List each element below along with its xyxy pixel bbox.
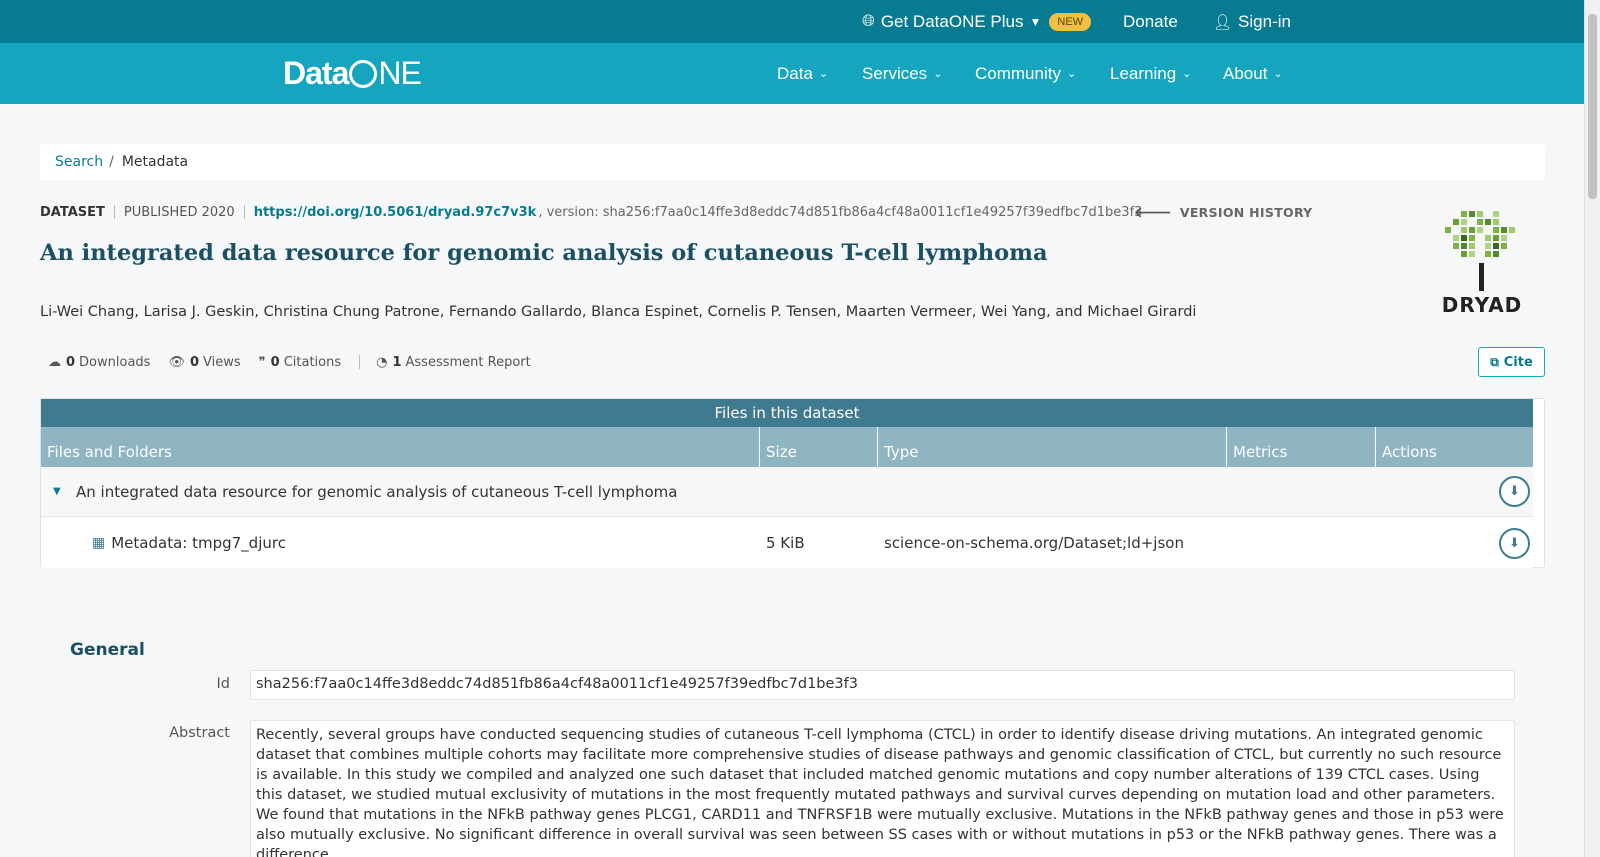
- file-name: Metadata: tmpg7_djurc: [111, 534, 286, 552]
- nav-item-services[interactable]: Services ⌄: [862, 43, 942, 104]
- dataset-type-label: DATASET: [40, 204, 105, 220]
- column-header-actions[interactable]: Actions: [1376, 427, 1533, 467]
- quote-icon: ❞: [258, 354, 266, 370]
- tree-icon: [1445, 211, 1515, 291]
- chevron-down-icon: ⌄: [818, 68, 829, 80]
- breadcrumb-search-link[interactable]: Search: [55, 154, 103, 170]
- chevron-down-icon: ▼: [1029, 14, 1042, 29]
- dryad-logo[interactable]: DRYAD: [1427, 207, 1537, 319]
- dryad-logo-text: DRYAD: [1441, 293, 1523, 317]
- main-nav: Data NE Data ⌄ Services ⌄ Community ⌄ Learni…: [0, 43, 1584, 104]
- id-value: sha256:f7aa0c14ffe3d8eddc74d851fb86a4cf4…: [250, 670, 1515, 700]
- assessment-report-link[interactable]: ◔ 1 Assessment Report: [376, 355, 531, 370]
- arrow-left-icon: 🡐: [1134, 204, 1172, 221]
- nav-item-learning[interactable]: Learning ⌄: [1110, 43, 1191, 104]
- file-name-cell[interactable]: ▦ Metadata: tmpg7_djurc: [92, 534, 286, 552]
- column-header-metrics[interactable]: Metrics: [1227, 427, 1376, 467]
- table-row: ▦ Metadata: tmpg7_djurc 5 KiB science-on…: [41, 518, 1533, 568]
- breadcrumb: Search / Metadata: [40, 144, 1545, 180]
- copy-icon: ⧉: [1490, 354, 1499, 369]
- files-table: Files in this dataset Files and Folders …: [40, 398, 1545, 568]
- download-icon[interactable]: ⬇: [1499, 476, 1530, 507]
- version-history-link[interactable]: 🡐 VERSION HISTORY: [1134, 203, 1313, 221]
- get-dataone-plus-menu[interactable]: 🌐︎ Get DataONE Plus ▼ NEW: [862, 0, 1092, 43]
- breadcrumb-separator: /: [109, 154, 114, 170]
- published-label: PUBLISHED 2020: [123, 204, 235, 220]
- version-text: , version: sha256:f7aa0c14ffe3d8eddc74d8…: [538, 204, 1143, 220]
- gauge-icon: ◔: [376, 354, 388, 370]
- id-label: Id: [216, 676, 230, 692]
- table-icon: ▦: [92, 535, 106, 551]
- divider: [113, 205, 115, 219]
- files-table-title: Files in this dataset: [41, 399, 1533, 427]
- general-heading: General: [70, 640, 145, 660]
- abstract-value: Recently, several groups have conducted …: [250, 720, 1515, 857]
- page-title: An integrated data resource for genomic …: [40, 240, 1048, 266]
- column-header-type[interactable]: Type: [878, 427, 1227, 467]
- caret-down-icon[interactable]: ▼: [53, 486, 61, 497]
- file-type: science-on-schema.org/Dataset;ld+json: [884, 534, 1184, 552]
- authors: Li-Wei Chang, Larisa J. Geskin, Christin…: [40, 304, 1197, 320]
- cite-button[interactable]: ⧉ Cite: [1478, 347, 1545, 377]
- cloud-download-icon: ☁: [48, 354, 61, 370]
- divider: [243, 205, 245, 219]
- scrollbar-thumb[interactable]: [1588, 14, 1597, 199]
- chevron-down-icon: ⌄: [1273, 68, 1283, 80]
- column-header-files[interactable]: Files and Folders: [41, 427, 760, 467]
- chevron-down-icon: ⌄: [1066, 68, 1077, 80]
- donate-link[interactable]: Donate: [1123, 0, 1178, 43]
- dataset-meta-line: DATASET PUBLISHED 2020 https://doi.org/1…: [40, 203, 1142, 221]
- globe-logo-icon: [349, 60, 378, 88]
- doi-link[interactable]: https://doi.org/10.5061/dryad.97c7v3k: [254, 205, 537, 220]
- chevron-down-icon: ⌄: [1182, 68, 1192, 80]
- download-icon[interactable]: ⬇: [1499, 527, 1530, 559]
- citations-stat: ❞ 0 Citations: [258, 354, 342, 370]
- sign-in-link[interactable]: 👤︎ Sign-in: [1213, 0, 1291, 43]
- user-icon: 👤︎: [1213, 13, 1233, 31]
- abstract-label: Abstract: [169, 725, 230, 741]
- divider: [359, 355, 361, 369]
- nav-item-community[interactable]: Community ⌄: [975, 43, 1076, 104]
- downloads-stat: ☁ 0 Downloads: [48, 354, 151, 370]
- new-badge: NEW: [1049, 12, 1092, 31]
- breadcrumb-current: Metadata: [121, 154, 189, 170]
- dataset-stats: ☁ 0 Downloads 👁︎ 0 Views ❞ 0 Citations ◔ 1A…: [48, 353, 549, 371]
- eye-icon: 👁︎: [168, 354, 185, 370]
- folder-name: An integrated data resource for genomic …: [76, 482, 678, 501]
- folder-row[interactable]: ▼ An integrated data resource for genomi…: [41, 467, 1533, 517]
- version-history-label: VERSION HISTORY: [1179, 204, 1313, 220]
- dataone-logo[interactable]: Data NE: [283, 53, 422, 93]
- globe-icon: 🌐︎: [862, 12, 875, 30]
- sign-in-label: Sign-in: [1238, 11, 1291, 31]
- views-stat: 👁︎ 0 Views: [168, 354, 241, 370]
- plus-label: Get DataONE Plus: [880, 11, 1024, 31]
- page-scrollbar[interactable]: [1584, 0, 1600, 857]
- nav-item-about[interactable]: About ⌄: [1223, 43, 1283, 104]
- utility-bar: 🌐︎ Get DataONE Plus ▼ NEW Donate 👤︎ Sign…: [0, 0, 1584, 43]
- files-table-header: Files and Folders Size Type Metrics Acti…: [41, 427, 1533, 467]
- chevron-down-icon: ⌄: [933, 68, 943, 80]
- file-size: 5 KiB: [766, 534, 805, 552]
- nav-item-data[interactable]: Data ⌄: [777, 43, 828, 104]
- column-header-size[interactable]: Size: [760, 427, 878, 467]
